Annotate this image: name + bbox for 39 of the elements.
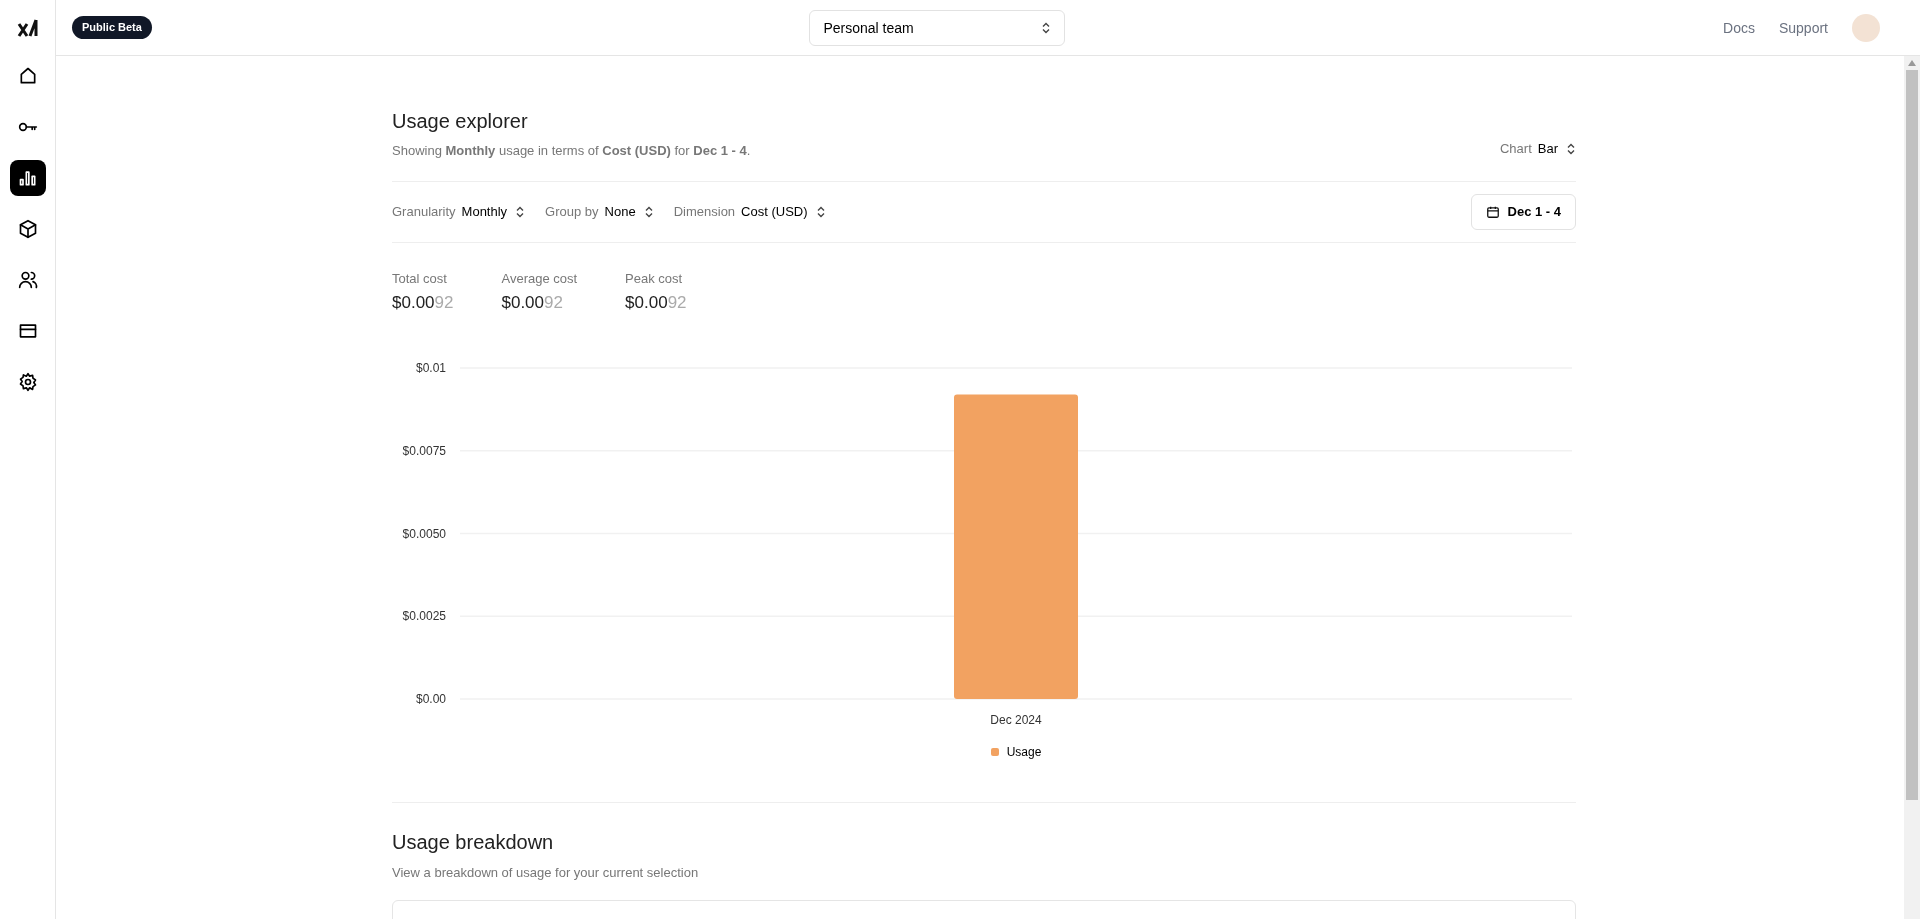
- metric-label: Peak cost: [625, 269, 684, 288]
- x-axis-label: Dec 2024: [990, 711, 1042, 728]
- chevron-updown-icon: [815, 205, 826, 218]
- date-range-button[interactable]: Dec 1 - 4: [1470, 193, 1576, 230]
- calendar-icon: [1485, 204, 1500, 219]
- y-axis-label: $0.0075: [402, 443, 446, 458]
- cube-icon: [17, 219, 38, 239]
- chevron-updown-icon: [1041, 21, 1052, 34]
- scrollbar-thumb[interactable]: [1906, 70, 1918, 800]
- metric-value: $0.0092: [625, 292, 687, 314]
- metric-value: $0.0092: [392, 292, 454, 314]
- y-axis-label: $0.0050: [402, 526, 446, 540]
- chevron-updown-icon: [643, 205, 654, 218]
- section-title: Usage breakdown: [392, 829, 555, 855]
- y-axis-label: $0.0025: [402, 608, 446, 623]
- y-axis-label: $0.01: [415, 360, 446, 375]
- filter-dropdown[interactable]: Group by None: [545, 201, 654, 222]
- chart-type-selector[interactable]: Chart Bar: [1499, 139, 1576, 159]
- section-title: Usage explorer: [392, 109, 529, 134]
- section-subtitle: View a breakdown of usage for your current selection: [392, 863, 700, 882]
- card-icon: [17, 321, 38, 341]
- metric-label: Total cost: [392, 269, 448, 288]
- chevron-updown-icon: [1566, 142, 1576, 155]
- sidebar-item[interactable]: [9, 160, 46, 196]
- nav-link[interactable]: Support: [1778, 17, 1828, 38]
- settings-icon: [17, 372, 38, 392]
- chevron-updown-icon: [515, 205, 526, 218]
- legend-label: Usage: [1006, 743, 1042, 760]
- filter-dropdown[interactable]: Granularity Monthly: [392, 201, 526, 222]
- beta-badge: Public Beta: [72, 16, 152, 39]
- nav-link[interactable]: Docs: [1723, 17, 1755, 38]
- filter-dropdown[interactable]: Dimension Cost (USD): [673, 201, 826, 222]
- users-icon: [17, 270, 38, 290]
- metric-value: $0.0092: [501, 292, 564, 314]
- bar-chart-icon: [17, 168, 38, 188]
- team-selector[interactable]: Personal team: [809, 9, 1066, 46]
- metric-label: Average cost: [501, 269, 578, 288]
- y-axis-label: $0.00: [415, 691, 446, 704]
- section-subtitle: Showing Monthly usage in terms of Cost (USD) for Dec 1 - 4.: [392, 142, 751, 160]
